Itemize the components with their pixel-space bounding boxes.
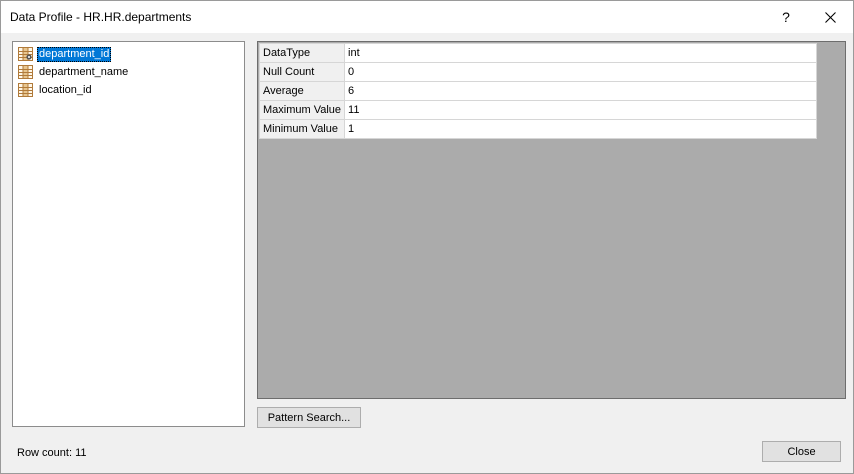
column-name: department_name [39, 65, 129, 78]
table-column-icon [18, 83, 33, 97]
profile-grid[interactable]: DataType int Null Count 0 Average 6 Maxi… [257, 41, 846, 399]
window-close-button[interactable] [808, 1, 853, 33]
table-row[interactable]: Average 6 [258, 81, 818, 101]
profile-value[interactable]: 1 [344, 119, 818, 139]
close-icon [825, 11, 836, 23]
table-column-icon [18, 47, 33, 61]
profile-value[interactable]: int [344, 43, 818, 63]
table-column-icon [18, 65, 33, 79]
column-name: department_id [37, 46, 112, 62]
pattern-search-button[interactable]: Pattern Search... [257, 407, 361, 428]
profile-value[interactable]: 6 [344, 81, 818, 101]
profile-key: Null Count [258, 62, 346, 82]
table-row[interactable]: Minimum Value 1 [258, 119, 818, 139]
profile-key: Maximum Value [258, 100, 346, 120]
window-title: Data Profile - HR.HR.departments [10, 10, 192, 24]
column-list[interactable]: department_id department_name location_i… [12, 41, 245, 427]
list-item-department-id[interactable]: department_id [18, 46, 112, 62]
profile-table: DataType int Null Count 0 Average 6 Maxi… [258, 43, 818, 139]
close-button[interactable]: Close [762, 441, 841, 462]
column-name: location_id [39, 83, 92, 96]
profile-value[interactable]: 11 [344, 100, 818, 120]
profile-key: Average [258, 81, 346, 101]
table-row[interactable]: DataType int [258, 43, 818, 63]
row-count-label: Row count: 11 [17, 447, 87, 459]
title-bar: Data Profile - HR.HR.departments ? [1, 1, 853, 33]
profile-value[interactable]: 0 [344, 62, 818, 82]
list-item-location-id[interactable]: location_id [18, 82, 94, 98]
profile-key: Minimum Value [258, 119, 346, 139]
table-row[interactable]: Null Count 0 [258, 62, 818, 82]
list-item-department-name[interactable]: department_name [18, 64, 130, 80]
help-button[interactable]: ? [765, 1, 807, 33]
table-row[interactable]: Maximum Value 11 [258, 100, 818, 120]
profile-key: DataType [258, 43, 346, 63]
data-profile-window: Data Profile - HR.HR.departments ? depar… [0, 0, 854, 474]
